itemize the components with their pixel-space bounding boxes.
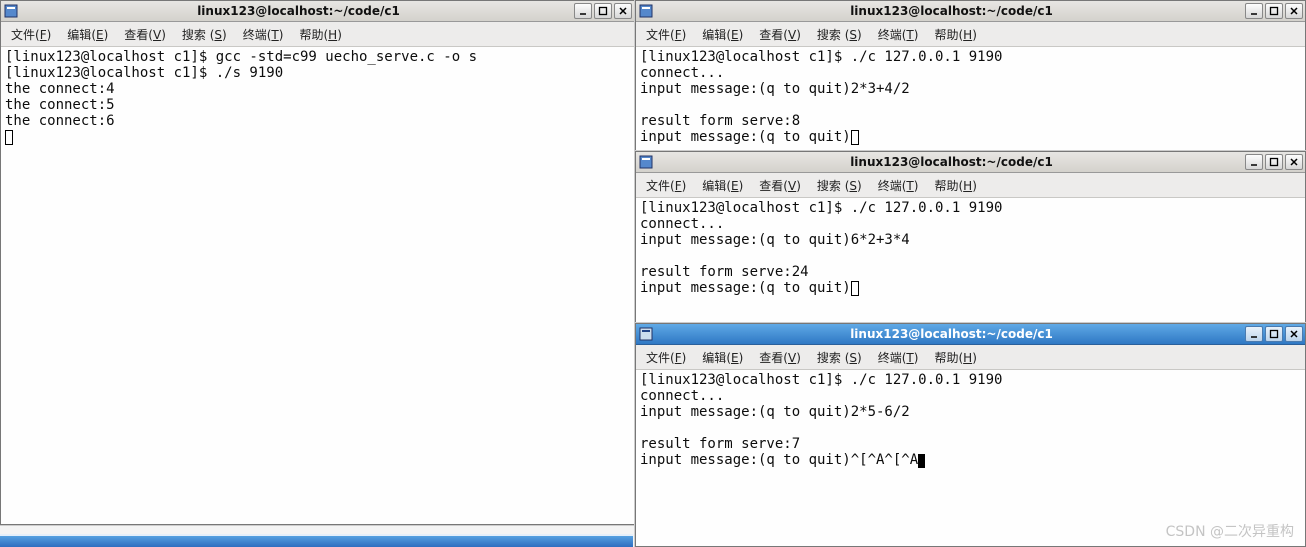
window-title: linux123@localhost:~/code/c1: [23, 4, 574, 18]
minimize-button[interactable]: [574, 3, 592, 19]
window-title: linux123@localhost:~/code/c1: [658, 4, 1245, 18]
menubar[interactable]: 文件(F) 编辑(E) 查看(V) 搜索 (S) 终端(T) 帮助(H): [1, 22, 634, 47]
minimize-button[interactable]: [1245, 154, 1263, 170]
menu-file[interactable]: 文件(F): [642, 347, 690, 368]
minimize-button[interactable]: [1245, 326, 1263, 342]
menu-search[interactable]: 搜索 (S): [813, 347, 866, 368]
menu-view[interactable]: 查看(V): [755, 175, 805, 196]
maximize-button[interactable]: [1265, 154, 1283, 170]
window-menu-icon[interactable]: [3, 3, 19, 19]
terminal-line: the connect:4: [5, 81, 115, 97]
terminal-line: input message:(q to quit): [640, 280, 851, 296]
minimize-button[interactable]: [1245, 3, 1263, 19]
menu-edit[interactable]: 编辑(E): [63, 24, 112, 45]
terminal-line: the connect:6: [5, 113, 115, 129]
window-menu-icon[interactable]: [638, 3, 654, 19]
terminal-line: input message:(q to quit)6*2+3*4: [640, 232, 910, 248]
menubar[interactable]: 文件(F) 编辑(E) 查看(V) 搜索 (S) 终端(T) 帮助(H): [636, 173, 1305, 198]
close-button[interactable]: [614, 3, 632, 19]
menu-search[interactable]: 搜索 (S): [178, 24, 231, 45]
terminal-output[interactable]: [linux123@localhost c1]$ gcc -std=c99 ue…: [1, 47, 634, 524]
menu-view[interactable]: 查看(V): [755, 24, 805, 45]
menu-view[interactable]: 查看(V): [755, 347, 805, 368]
terminal-line: result form serve:7: [640, 436, 800, 452]
menu-file[interactable]: 文件(F): [7, 24, 55, 45]
terminal-window-client1[interactable]: linux123@localhost:~/code/c1 文件(F) 编辑(E)…: [635, 0, 1306, 152]
menu-terminal[interactable]: 终端(T): [874, 347, 923, 368]
terminal-line: input message:(q to quit)2*5-6/2: [640, 404, 910, 420]
menu-search[interactable]: 搜索 (S): [813, 24, 866, 45]
taskbar[interactable]: [0, 534, 633, 547]
cursor-icon: [851, 130, 859, 145]
window-title: linux123@localhost:~/code/c1: [658, 155, 1245, 169]
menu-search[interactable]: 搜索 (S): [813, 175, 866, 196]
terminal-line: [linux123@localhost c1]$ ./s 9190: [5, 65, 283, 81]
terminal-line: [linux123@localhost c1]$ ./c 127.0.0.1 9…: [640, 49, 1002, 65]
window-menu-icon[interactable]: [638, 326, 654, 342]
menu-edit[interactable]: 编辑(E): [698, 347, 747, 368]
terminal-line: result form serve:8: [640, 113, 800, 129]
terminal-line: [linux123@localhost c1]$ gcc -std=c99 ue…: [5, 49, 477, 65]
terminal-line: result form serve:24: [640, 264, 809, 280]
terminal-output[interactable]: [linux123@localhost c1]$ ./c 127.0.0.1 9…: [636, 370, 1305, 546]
terminal-line: connect...: [640, 65, 724, 81]
terminal-line: the connect:5: [5, 97, 115, 113]
menu-help[interactable]: 帮助(H): [930, 347, 980, 368]
menubar[interactable]: 文件(F) 编辑(E) 查看(V) 搜索 (S) 终端(T) 帮助(H): [636, 22, 1305, 47]
maximize-button[interactable]: [1265, 326, 1283, 342]
menu-edit[interactable]: 编辑(E): [698, 24, 747, 45]
titlebar[interactable]: linux123@localhost:~/code/c1: [1, 1, 634, 22]
menu-terminal[interactable]: 终端(T): [874, 175, 923, 196]
cursor-icon: [851, 281, 859, 296]
close-button[interactable]: [1285, 326, 1303, 342]
close-button[interactable]: [1285, 3, 1303, 19]
close-button[interactable]: [1285, 154, 1303, 170]
terminal-line: [linux123@localhost c1]$ ./c 127.0.0.1 9…: [640, 372, 1002, 388]
window-menu-icon[interactable]: [638, 154, 654, 170]
titlebar[interactable]: linux123@localhost:~/code/c1: [636, 1, 1305, 22]
menu-help[interactable]: 帮助(H): [295, 24, 345, 45]
terminal-output[interactable]: [linux123@localhost c1]$ ./c 127.0.0.1 9…: [636, 198, 1305, 323]
terminal-line: connect...: [640, 216, 724, 232]
terminal-line: input message:(q to quit)2*3+4/2: [640, 81, 910, 97]
terminal-line: [linux123@localhost c1]$ ./c 127.0.0.1 9…: [640, 200, 1002, 216]
terminal-line: input message:(q to quit)^[^A^[^A: [640, 452, 918, 468]
menu-file[interactable]: 文件(F): [642, 24, 690, 45]
maximize-button[interactable]: [594, 3, 612, 19]
terminal-window-server[interactable]: linux123@localhost:~/code/c1 文件(F) 编辑(E)…: [0, 0, 635, 525]
terminal-window-client2[interactable]: linux123@localhost:~/code/c1 文件(F) 编辑(E)…: [635, 151, 1306, 324]
terminal-line: connect...: [640, 388, 724, 404]
terminal-output[interactable]: [linux123@localhost c1]$ ./c 127.0.0.1 9…: [636, 47, 1305, 151]
menu-edit[interactable]: 编辑(E): [698, 175, 747, 196]
menu-terminal[interactable]: 终端(T): [874, 24, 923, 45]
menu-file[interactable]: 文件(F): [642, 175, 690, 196]
menu-view[interactable]: 查看(V): [120, 24, 170, 45]
menubar[interactable]: 文件(F) 编辑(E) 查看(V) 搜索 (S) 终端(T) 帮助(H): [636, 345, 1305, 370]
terminal-window-client3[interactable]: linux123@localhost:~/code/c1 文件(F) 编辑(E)…: [635, 323, 1306, 547]
menu-help[interactable]: 帮助(H): [930, 175, 980, 196]
cursor-icon: [918, 454, 925, 468]
cursor-icon: [5, 130, 13, 145]
window-title: linux123@localhost:~/code/c1: [658, 327, 1245, 341]
menu-help[interactable]: 帮助(H): [930, 24, 980, 45]
titlebar[interactable]: linux123@localhost:~/code/c1: [636, 152, 1305, 173]
terminal-line: input message:(q to quit): [640, 129, 851, 145]
maximize-button[interactable]: [1265, 3, 1283, 19]
titlebar[interactable]: linux123@localhost:~/code/c1: [636, 324, 1305, 345]
menu-terminal[interactable]: 终端(T): [239, 24, 288, 45]
